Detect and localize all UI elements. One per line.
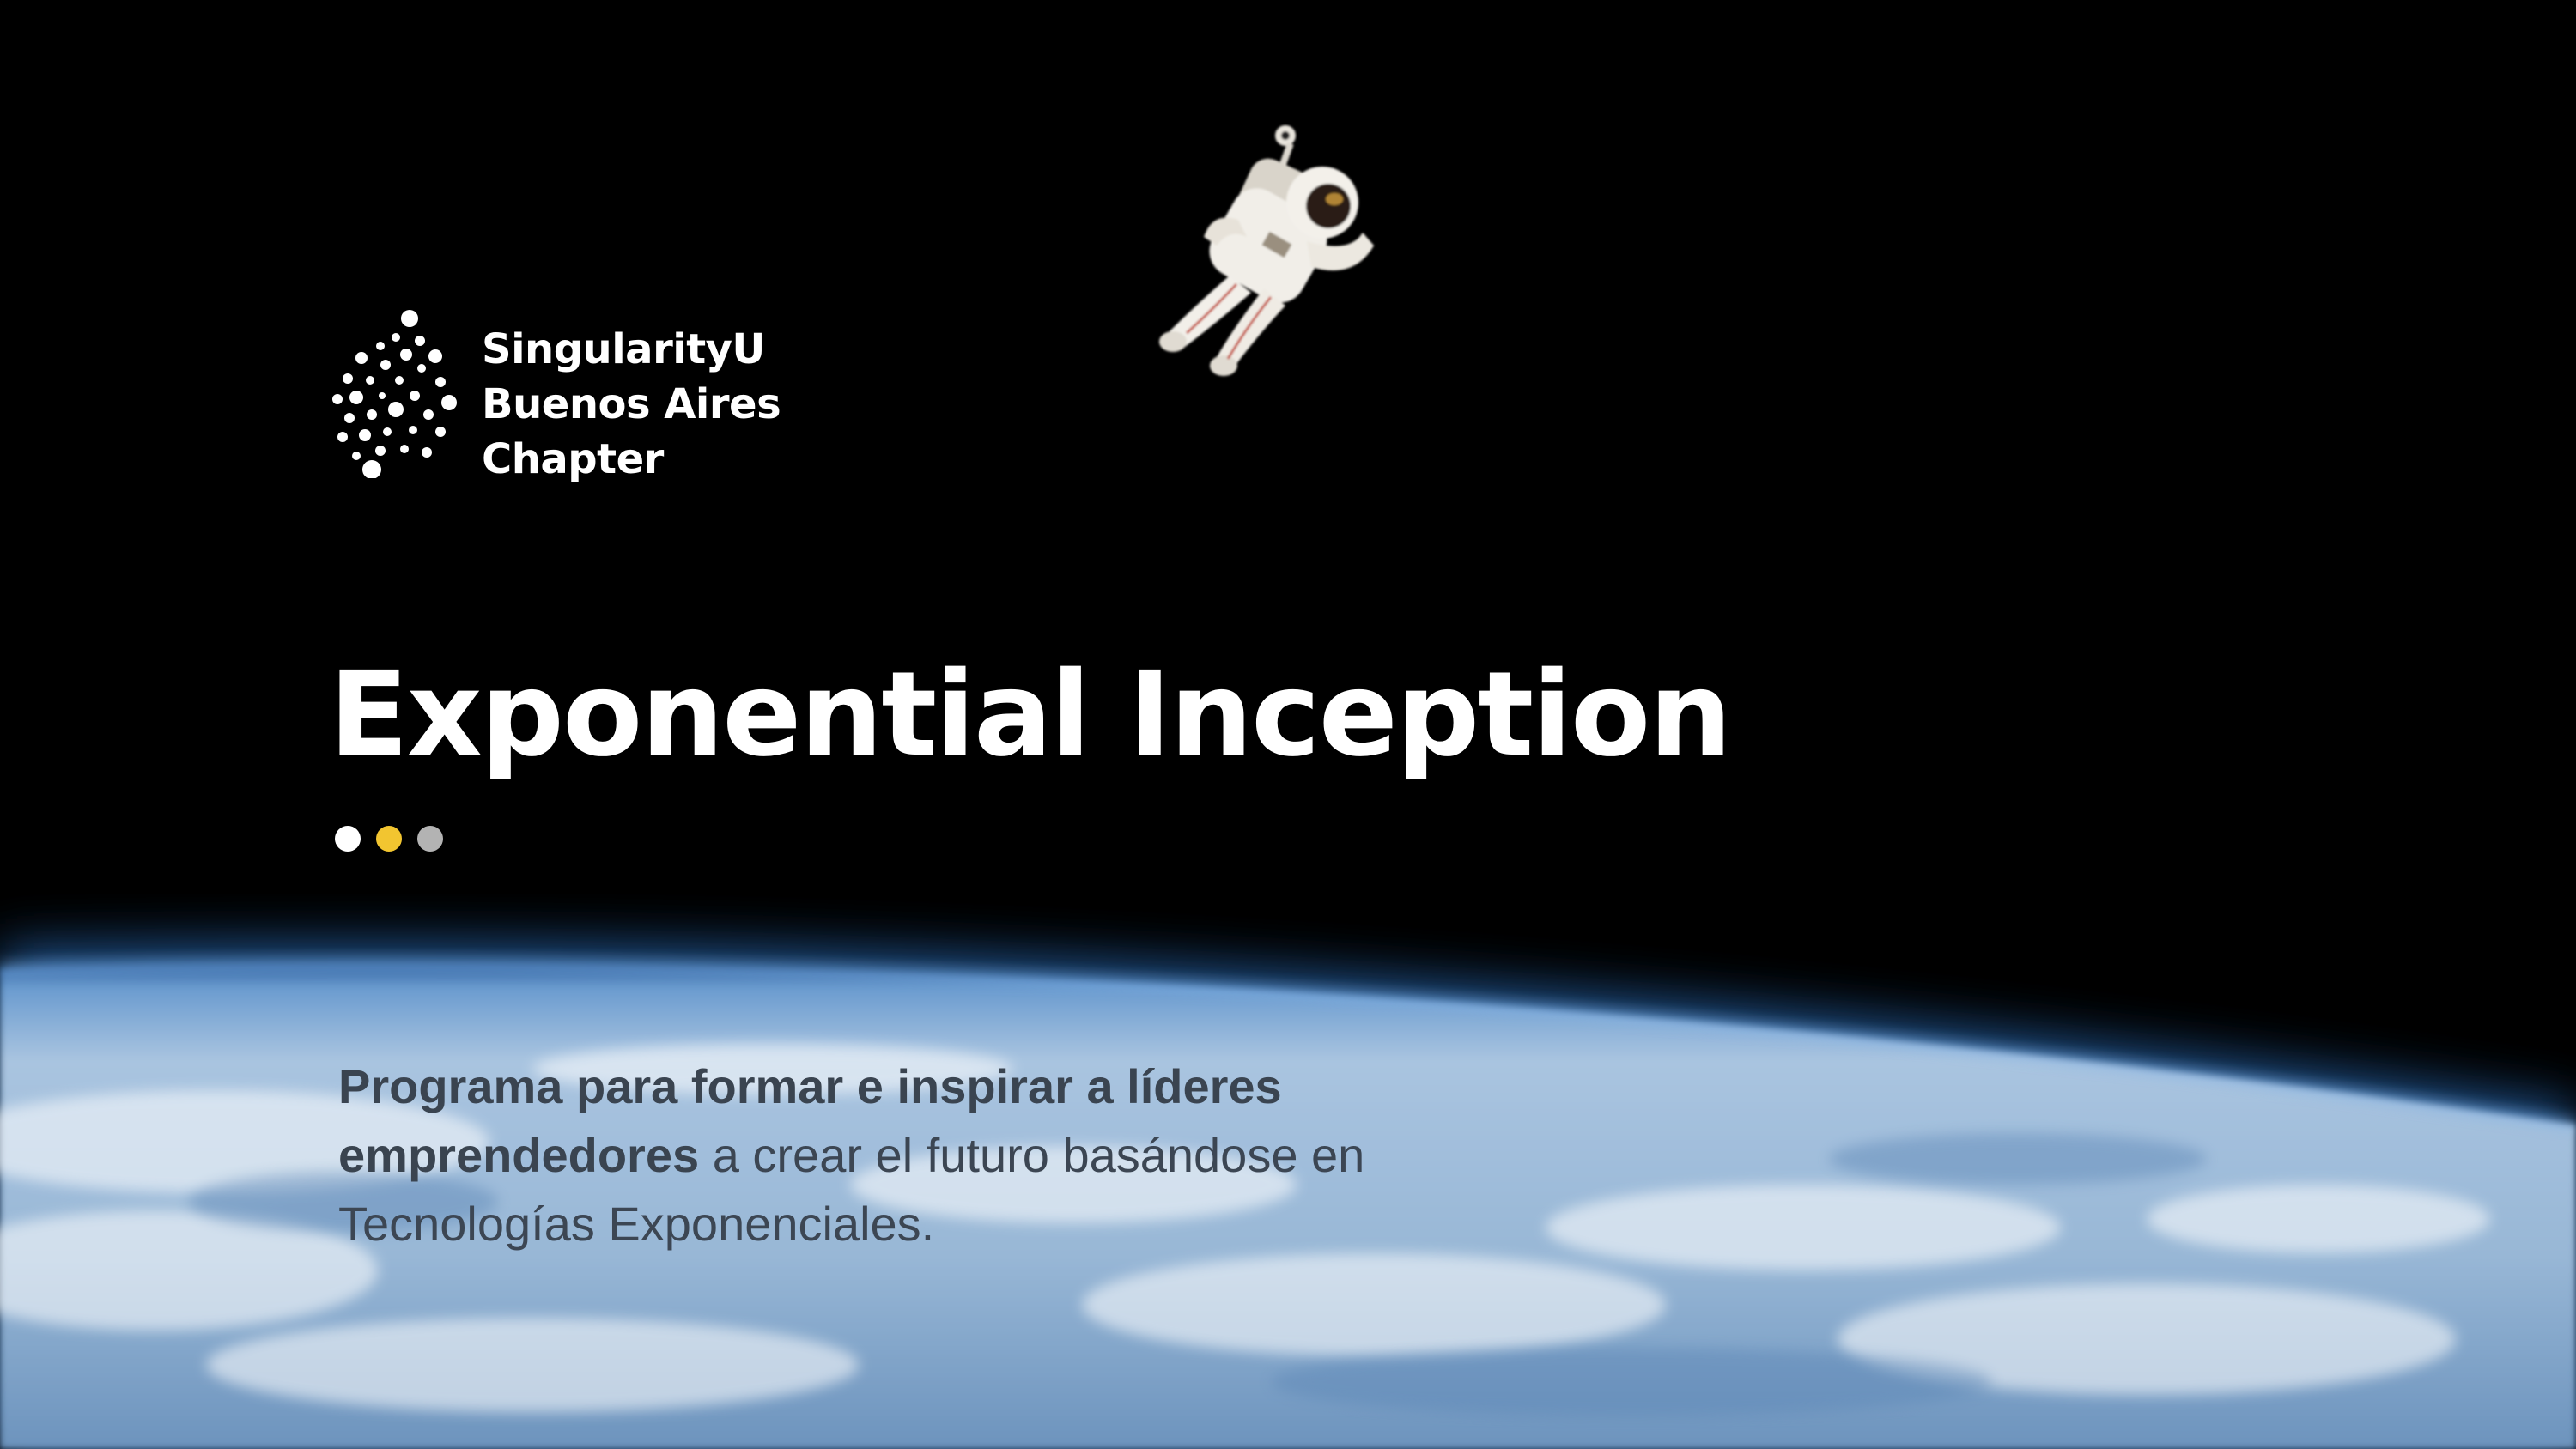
logo-line-3: Chapter (482, 435, 664, 483)
astronaut-image (1159, 125, 1374, 376)
program-description: Programa para formar e inspirar a lídere… (338, 1052, 1540, 1258)
logo-line-2: Buenos Aires (482, 380, 781, 428)
singularityu-logo: SingularityU Buenos Aires Chapter (331, 305, 811, 494)
singularity-dots-icon (332, 310, 457, 478)
indicator-dots (335, 826, 443, 853)
page-title: Exponential Inception (329, 647, 1732, 783)
indicator-dot-white (335, 826, 361, 852)
logo-wordmark: SingularityU Buenos Aires Chapter (482, 322, 781, 487)
indicator-dot-yellow (376, 826, 402, 852)
logo-line-1: SingularityU (482, 325, 765, 373)
slide: SingularityU Buenos Aires Chapter Expone… (0, 0, 2576, 1449)
indicator-dot-gray (417, 826, 443, 852)
